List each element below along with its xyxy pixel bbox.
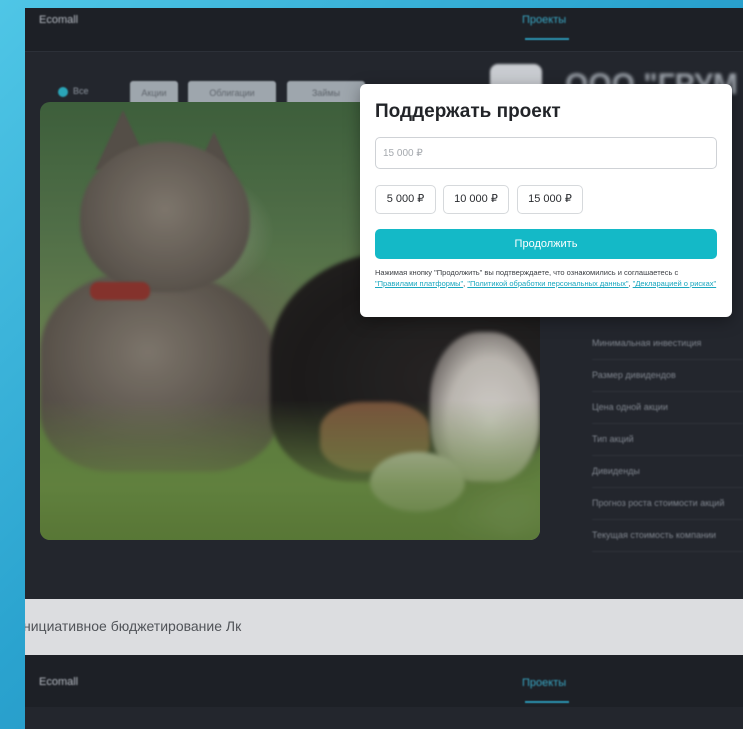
param-label: Минимальная инвестиция [592,338,702,348]
param-label: Текущая стоимость компании [592,530,717,540]
top-nav-bar: Ecomall Проекты [25,8,743,52]
support-project-modal: Поддержать проект 5 000 ₽ 10 000 ₽ 15 00… [360,84,732,317]
param-row: Цена одной акции [592,392,743,424]
privacy-policy-link[interactable]: "Политикой обработки персональных данных… [467,279,628,288]
photo-cat-collar [90,282,150,300]
modal-title: Поддержать проект [375,101,561,122]
radio-all[interactable] [58,87,68,97]
nav-tab-projects[interactable]: Проекты [522,14,566,26]
caption-text: нициативное бюджетирование Лк [25,618,242,634]
param-row: Дивиденды [592,456,743,488]
param-label: Цена одной акции [592,402,668,412]
brand-logo-text[interactable]: Ecomall [39,14,78,26]
risk-declaration-link[interactable]: "Декларацией о рисках" [633,279,717,288]
param-row: Тип акций [592,424,743,456]
radio-all-label: Все [73,86,89,96]
active-tab-indicator [525,38,569,40]
active-tab-indicator [525,701,569,703]
preset-amount-5000-button[interactable]: 5 000 ₽ [375,185,436,214]
preset-amount-10000-button[interactable]: 10 000 ₽ [443,185,509,214]
platform-rules-link[interactable]: "Правилами платформы" [375,279,463,288]
param-row: Размер дивидендов [592,360,743,392]
preset-amount-15000-button[interactable]: 15 000 ₽ [517,185,583,214]
param-row: Минимальная инвестиция [592,328,743,360]
param-label: Прогноз роста стоимости акций [592,498,725,508]
project-params-list: Минимальная инвестиция Размер дивидендов… [592,328,743,552]
caption-band: нициативное бюджетирование Лк [25,599,743,655]
legal-prefix: Нажимая кнопку "Продолжить" вы подтвержд… [375,268,679,277]
amount-input[interactable] [375,137,717,169]
brand-logo-text[interactable]: Ecomall [39,676,78,688]
photo-cat-head [80,142,250,292]
top-nav-bar-secondary: Ecomall Проекты [25,655,743,707]
nav-tab-projects[interactable]: Проекты [522,677,566,689]
param-label: Тип акций [592,434,634,444]
legal-consent-text: Нажимая кнопку "Продолжить" вы подтвержд… [375,267,717,289]
param-row: Текущая стоимость компании [592,520,743,552]
photo-grass [40,400,540,540]
param-label: Дивиденды [592,466,640,476]
continue-button[interactable]: Продолжить [375,229,717,259]
param-label: Размер дивидендов [592,370,676,380]
param-row: Прогноз роста стоимости акций [592,488,743,520]
